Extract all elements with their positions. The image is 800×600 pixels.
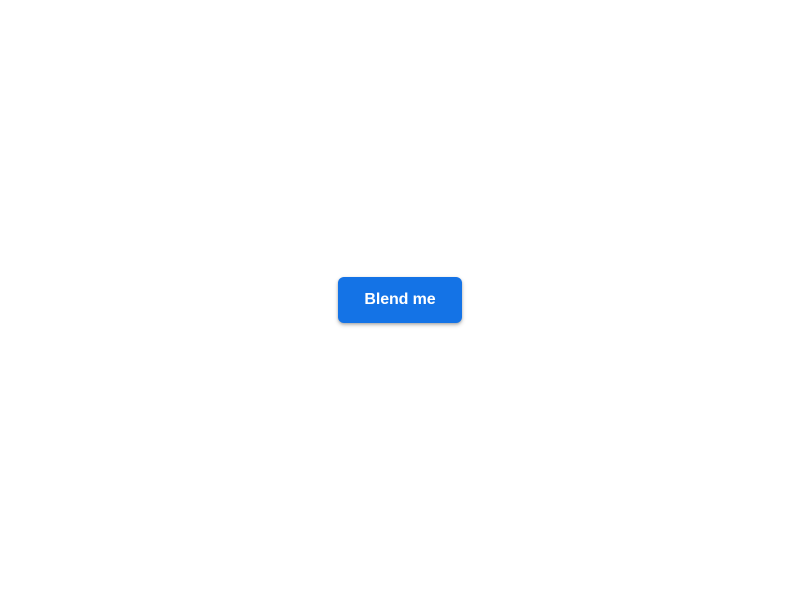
blend-me-button[interactable]: Blend me <box>338 277 461 323</box>
page-container: Blend me <box>0 0 800 600</box>
